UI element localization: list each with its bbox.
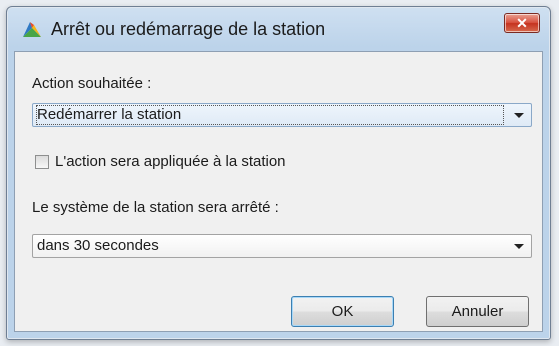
title-bar[interactable]: Arrêt ou redémarrage de la station ✕	[7, 7, 550, 51]
dialog-window: Arrêt ou redémarrage de la station ✕ Act…	[6, 6, 551, 340]
apply-checkbox[interactable]	[35, 155, 49, 169]
apply-checkbox-row[interactable]: L'action sera appliquée à la station	[35, 152, 335, 172]
delay-dropdown-value: dans 30 secondes	[37, 237, 159, 254]
dialog-body: Action souhaitée : Redémarrer la station…	[14, 51, 543, 332]
action-label: Action souhaitée :	[32, 75, 152, 92]
window-title: Arrêt ou redémarrage de la station	[51, 19, 326, 39]
avg-logo-icon	[23, 22, 41, 37]
action-dropdown-value: Redémarrer la station	[36, 105, 504, 125]
chevron-down-icon[interactable]	[508, 104, 528, 126]
ok-button[interactable]: OK	[291, 296, 394, 327]
cancel-button[interactable]: Annuler	[426, 296, 529, 327]
apply-checkbox-label: L'action sera appliquée à la station	[55, 153, 286, 170]
delay-label: Le système de la station sera arrêté :	[32, 199, 279, 216]
chevron-down-icon[interactable]	[508, 235, 528, 257]
delay-dropdown[interactable]: dans 30 secondes	[32, 234, 532, 258]
close-icon: ✕	[516, 15, 528, 31]
close-button[interactable]: ✕	[504, 13, 540, 33]
action-dropdown[interactable]: Redémarrer la station	[32, 103, 532, 127]
